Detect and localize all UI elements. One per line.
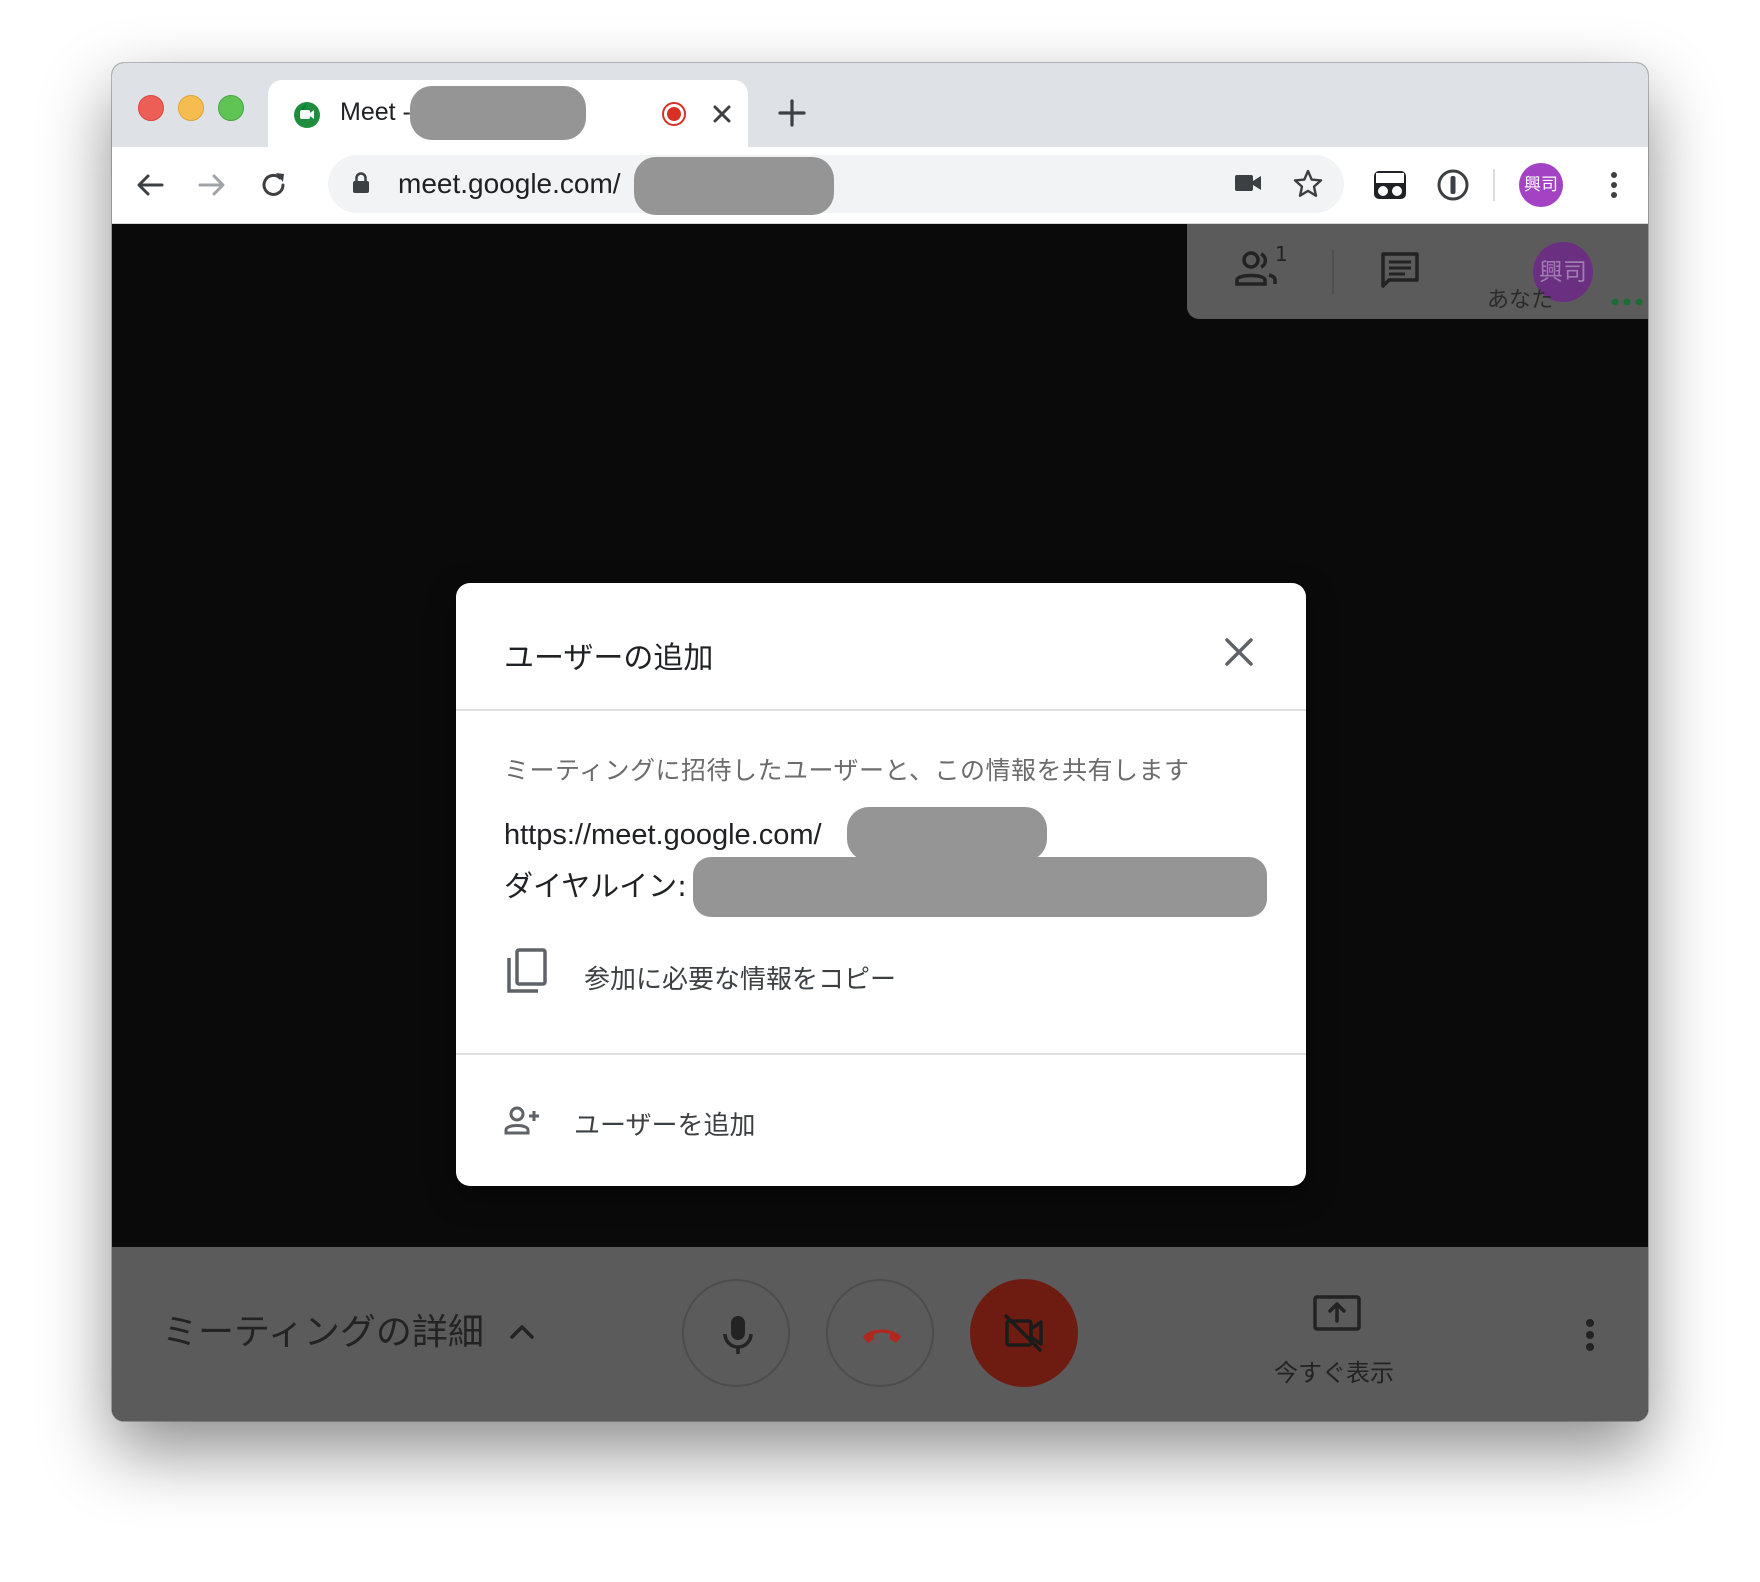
tab-close-icon[interactable]: [708, 100, 736, 128]
meet-bottom-bar: ミーティングの詳細 今すぐ表示: [112, 1247, 1648, 1421]
video-off-icon: [1004, 1314, 1043, 1352]
add-person-icon[interactable]: [504, 1105, 540, 1135]
microphone-icon: [723, 1316, 753, 1354]
meet-favicon-icon: [294, 102, 320, 128]
microphone-button[interactable]: [682, 1279, 790, 1387]
dial-in-label: ダイヤルイン:: [504, 869, 687, 903]
tab-strip: Meet -: [112, 63, 1648, 147]
add-people-dialog: ユーザーの追加 ミーティングに招待したユーザーと、この情報を共有します http…: [456, 583, 1306, 1186]
panel-separator: [1332, 250, 1334, 294]
meet-content: 1 興司 あなた ミーティングの詳細 今すぐ表示 ユーザーの追加 ミーティングに…: [112, 224, 1648, 1421]
back-icon[interactable]: [132, 167, 168, 203]
url-text: meet.google.com/: [398, 168, 621, 199]
profile-avatar[interactable]: 興司: [1519, 163, 1563, 207]
more-options-icon[interactable]: [1572, 1315, 1608, 1355]
participants-icon[interactable]: [1233, 248, 1281, 288]
lock-icon: [353, 172, 369, 193]
close-window-button[interactable]: [138, 95, 164, 121]
meeting-details-label[interactable]: ミーティングの詳細: [162, 1303, 484, 1355]
browser-tab-meet[interactable]: Meet -: [268, 80, 748, 147]
close-icon[interactable]: [1222, 635, 1256, 669]
copy-join-info-button[interactable]: 参加に必要な情報をコピー: [584, 959, 896, 996]
browser-window: Meet - meet.google.com/ 興司 1 興司 あなた ミーティ…: [112, 63, 1648, 1421]
incognito-extension-icon[interactable]: [1372, 167, 1408, 203]
password-manager-icon[interactable]: [1435, 167, 1471, 203]
participants-count: 1: [1275, 242, 1288, 266]
hang-up-button[interactable]: [826, 1279, 934, 1387]
zoom-window-button[interactable]: [218, 95, 244, 121]
add-people-button[interactable]: ユーザーを追加: [574, 1105, 755, 1142]
browser-menu-icon[interactable]: [1596, 167, 1632, 203]
meeting-link: https://meet.google.com/: [504, 819, 822, 851]
redacted-url: [634, 157, 834, 215]
hang-up-icon: [863, 1329, 901, 1343]
present-screen-icon[interactable]: [1307, 1291, 1367, 1341]
camera-off-button[interactable]: [970, 1279, 1078, 1387]
minimize-window-button[interactable]: [178, 95, 204, 121]
address-bar[interactable]: meet.google.com/: [328, 155, 1344, 215]
forward-icon[interactable]: [194, 167, 230, 203]
browser-toolbar: meet.google.com/ 興司: [112, 147, 1648, 224]
redacted-tab-title: [410, 86, 586, 140]
chat-icon[interactable]: [1379, 250, 1421, 292]
toolbar-separator: [1493, 169, 1495, 201]
chevron-up-icon[interactable]: [504, 1313, 540, 1349]
dialog-divider: [456, 709, 1306, 711]
tab-title: Meet -: [340, 98, 411, 126]
dialog-title: ユーザーの追加: [504, 641, 714, 676]
audio-activity-icon: [1611, 298, 1643, 306]
redacted-meeting-code: [847, 807, 1047, 861]
new-tab-icon[interactable]: [776, 97, 808, 129]
meet-top-panel: 1 興司 あなた: [1187, 224, 1648, 319]
recording-indicator-icon: [662, 102, 686, 126]
dialog-divider: [456, 1053, 1306, 1055]
redacted-phone-number: [693, 857, 1267, 917]
participant-label: あなた: [1487, 288, 1554, 313]
camera-permission-icon[interactable]: [1234, 172, 1262, 194]
bookmark-star-icon[interactable]: [1292, 168, 1324, 200]
present-now-label[interactable]: 今すぐ表示: [1274, 1353, 1394, 1388]
reload-icon[interactable]: [256, 167, 292, 203]
copy-icon[interactable]: [506, 948, 548, 994]
dialog-description: ミーティングに招待したユーザーと、この情報を共有します: [504, 756, 1190, 785]
